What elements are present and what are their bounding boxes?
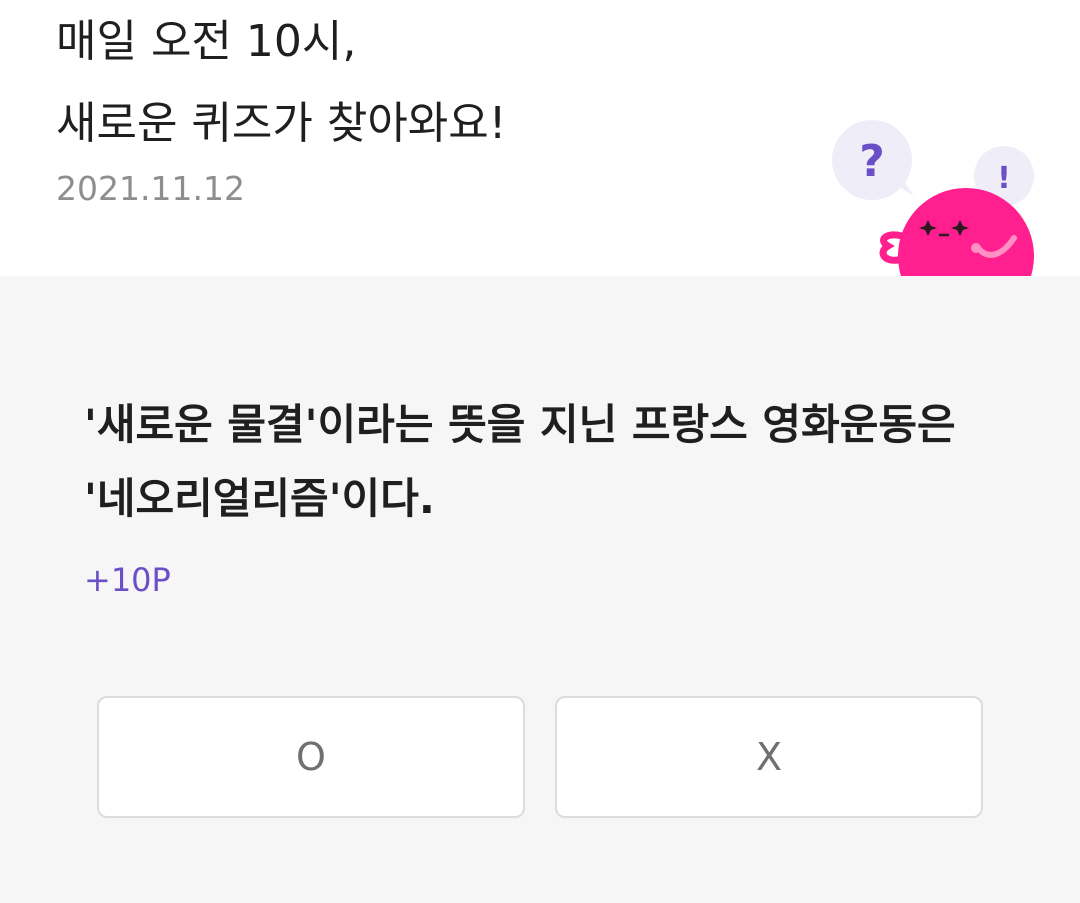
question-bubble-icon: ? bbox=[832, 120, 914, 200]
question-mark-text: ? bbox=[859, 136, 885, 187]
quiz-card: '새로운 물결'이라는 뜻을 지닌 프랑스 영화운동은 '네오리얼리즘'이다. … bbox=[0, 276, 1080, 903]
quiz-header: 매일 오전 10시, 새로운 퀴즈가 찾아와요! 2021.11.12 ? ! bbox=[0, 0, 1080, 276]
answer-x-label: X bbox=[755, 735, 783, 779]
exclamation-mark-text: ! bbox=[997, 161, 1011, 196]
answer-o-button[interactable]: O bbox=[97, 696, 525, 818]
reward-points: +10P bbox=[84, 561, 171, 599]
quiz-question: '새로운 물결'이라는 뜻을 지닌 프랑스 영화운동은 '네오리얼리즘'이다. bbox=[84, 400, 956, 523]
page-title-line-1: 매일 오전 10시, bbox=[56, 16, 357, 67]
answer-o-label: O bbox=[296, 735, 326, 779]
quiz-date: 2021.11.12 bbox=[56, 169, 245, 208]
mascot-illustration: ? ! bbox=[832, 120, 1034, 276]
page-title-line-2: 새로운 퀴즈가 찾아와요! bbox=[56, 98, 507, 149]
answer-x-button[interactable]: X bbox=[555, 696, 983, 818]
